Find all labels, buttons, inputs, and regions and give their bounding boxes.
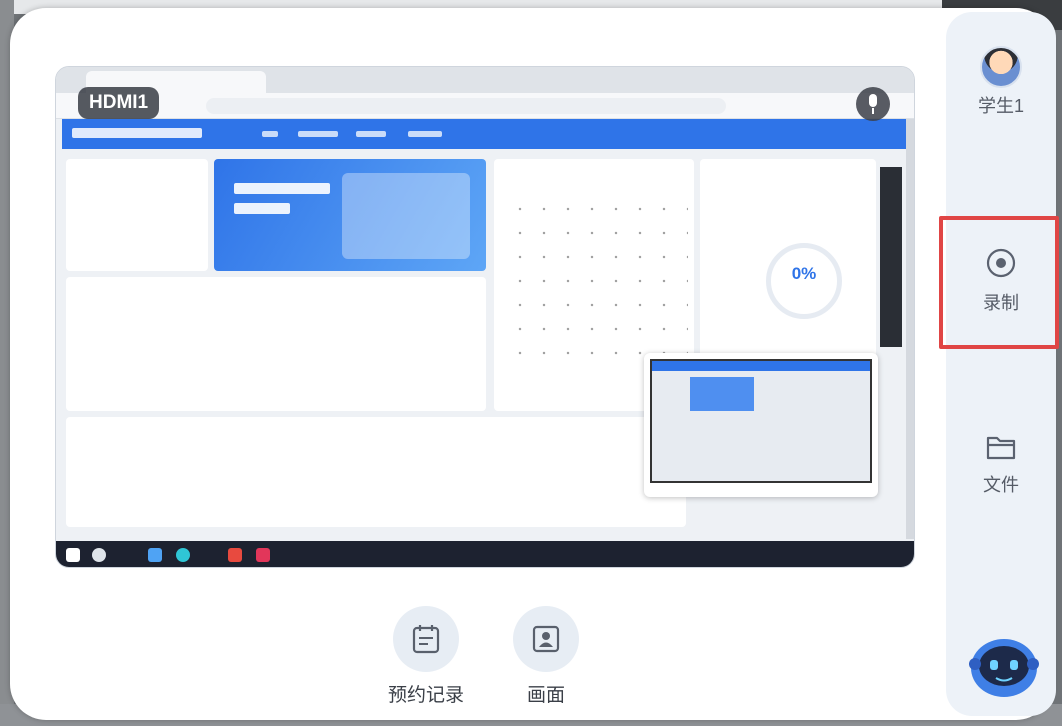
promo-illustration [342, 173, 470, 259]
search-icon [92, 548, 106, 562]
promo-title-line [234, 203, 290, 214]
calendar-grid [508, 197, 688, 367]
robot-assistant-icon[interactable] [966, 626, 1042, 702]
os-taskbar [56, 541, 914, 567]
user-name: 学生1 [977, 96, 1024, 116]
browser-tab-strip [56, 67, 914, 93]
screen-thumbnail-popup[interactable] [644, 353, 878, 497]
profile-card [66, 159, 208, 271]
nav-item [262, 131, 278, 137]
app-header [62, 119, 908, 149]
person-frame-icon [532, 625, 560, 653]
vertical-toolbar [880, 167, 902, 347]
hdmi-screen-preview[interactable]: 0% HDMI1 [55, 66, 915, 568]
address-field [206, 98, 726, 114]
course-list-card [66, 417, 686, 527]
promo-banner [214, 159, 486, 271]
app-icon [148, 548, 162, 562]
booking-records-button[interactable]: 预约记录 [386, 606, 466, 707]
booking-records-icon-wrap [393, 606, 459, 672]
record-highlight-box [939, 216, 1059, 349]
screen-scrollbar[interactable] [906, 119, 914, 539]
booking-records-label: 预约记录 [387, 685, 464, 706]
app-logo [72, 128, 202, 138]
nav-item [408, 131, 442, 137]
notice-card [66, 277, 486, 411]
thumbnail-preview [650, 359, 872, 483]
start-icon [66, 548, 80, 562]
app-icon [228, 548, 242, 562]
nav-item [356, 131, 386, 137]
picture-icon-wrap [513, 606, 579, 672]
picture-button[interactable]: 画面 [506, 606, 586, 707]
browser-address-bar [56, 93, 914, 119]
promo-title-line [234, 183, 330, 194]
hdmi-source-badge: HDMI1 [78, 87, 160, 119]
user-profile[interactable]: 学生1 [946, 46, 1056, 118]
browser-icon [176, 548, 190, 562]
microphone-icon[interactable] [856, 87, 890, 121]
progress-value: 0% [791, 264, 817, 283]
folder-icon [986, 436, 1016, 460]
progress-ring: 0% [766, 243, 842, 319]
nav-item [298, 131, 338, 137]
app-icon [256, 548, 270, 562]
student-avatar-icon [980, 46, 1022, 88]
files-button[interactable]: 文件 [946, 432, 1056, 497]
thumbnail-banner [690, 377, 754, 411]
picture-label: 画面 [526, 685, 565, 706]
thumbnail-header [652, 361, 870, 371]
calendar-list-icon [412, 625, 440, 654]
files-label: 文件 [983, 475, 1019, 495]
